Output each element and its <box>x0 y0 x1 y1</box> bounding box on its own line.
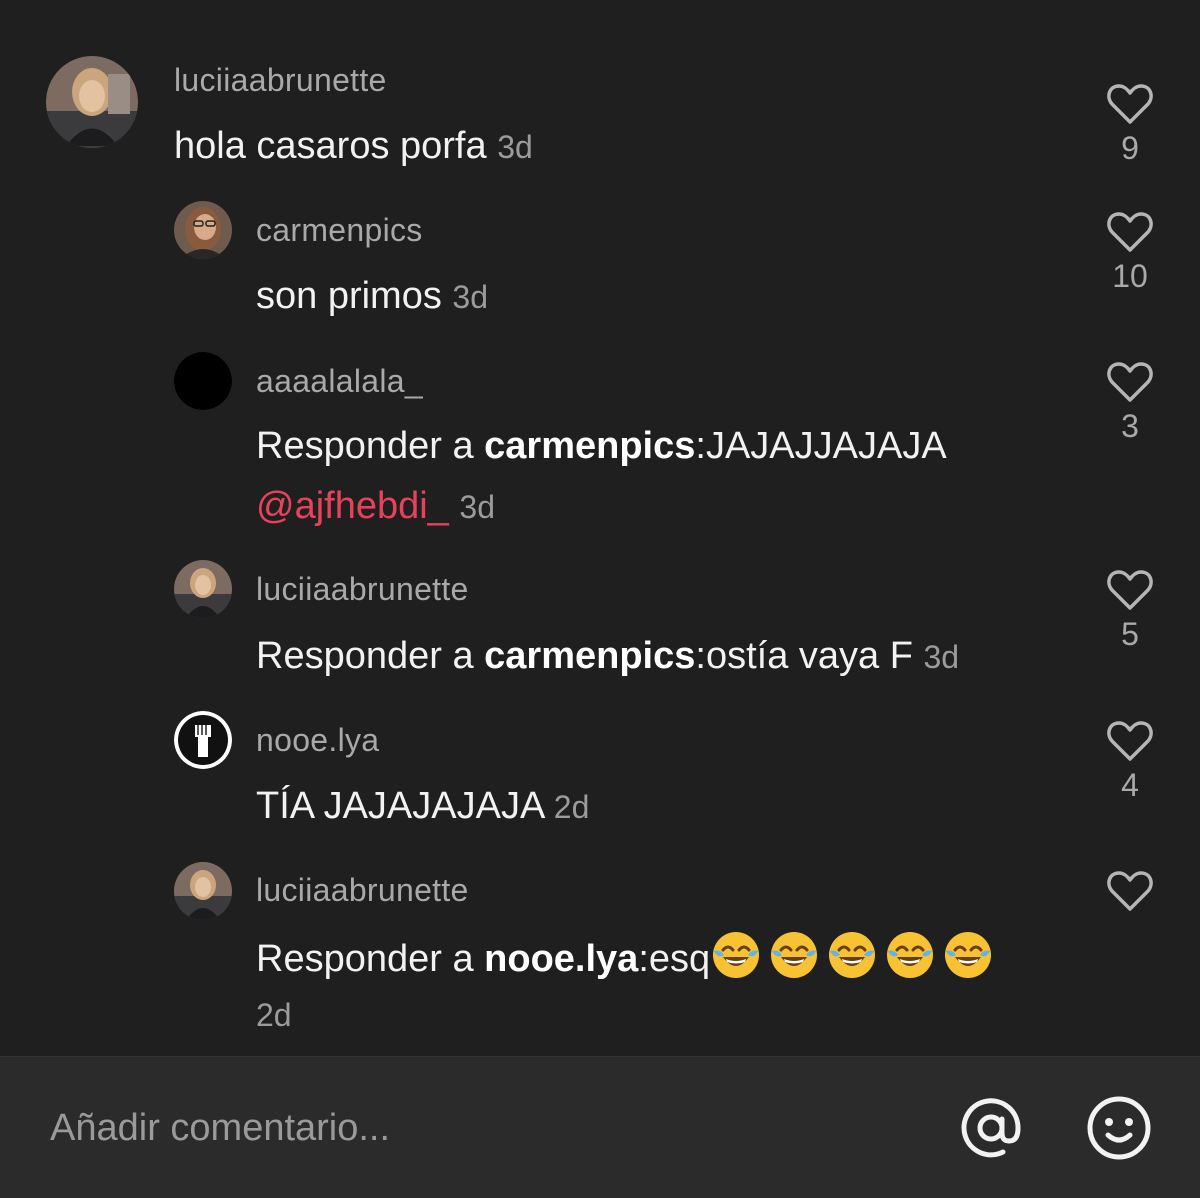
mention-button[interactable] <box>958 1095 1024 1161</box>
comment-time: 3d <box>497 129 533 165</box>
comment-body: TÍA JAJAJAJAJA <box>256 785 544 827</box>
comment-time: 3d <box>452 279 488 315</box>
comment-list: luciiaabrunette hola casaros porfa 3d 9 … <box>0 0 1200 1055</box>
avatar[interactable] <box>174 201 232 259</box>
comment-username[interactable]: carmenpics <box>256 212 423 249</box>
comment-text: hola casaros porfa 3d <box>174 116 533 177</box>
avatar[interactable] <box>46 56 138 148</box>
comment-text: TÍA JAJAJAJAJA 2d <box>256 776 589 837</box>
like-button[interactable] <box>1100 869 1160 917</box>
mention-link[interactable]: @ajfhebdi_ <box>256 485 449 527</box>
heart-icon <box>1107 721 1153 761</box>
comment-body: son primos <box>256 275 442 317</box>
tears-of-joy-emoji-icon <box>826 929 878 981</box>
like-count: 4 <box>1121 767 1139 803</box>
avatar[interactable] <box>174 352 232 410</box>
like-button[interactable]: 3 <box>1100 360 1160 445</box>
reply-to-username[interactable]: carmenpics <box>484 635 695 677</box>
comment-username[interactable]: luciiaabrunette <box>256 872 469 909</box>
comment-text: Responder a carmenpics:JAJAJJAJAJA <box>256 416 947 476</box>
like-button[interactable]: 9 <box>1100 82 1160 167</box>
heart-icon <box>1107 84 1153 124</box>
comment-time: 3d <box>459 489 495 525</box>
tears-of-joy-emoji-icon <box>710 929 762 981</box>
comment-text-line2: @ajfhebdi_ 3d <box>256 476 495 537</box>
comment-composer: Añadir comentario... <box>0 1056 1200 1198</box>
heart-icon <box>1107 570 1153 610</box>
comment-body: :esq <box>638 938 711 980</box>
avatar[interactable] <box>174 711 232 769</box>
like-button[interactable]: 10 <box>1100 210 1160 295</box>
comment-text: son primos 3d <box>256 266 488 327</box>
like-count: 10 <box>1112 258 1148 294</box>
tears-of-joy-emoji-icon <box>942 929 994 981</box>
comment-body: :JAJAJJAJAJA <box>695 425 947 467</box>
reply-to-username[interactable]: carmenpics <box>484 425 695 467</box>
avatar[interactable] <box>174 862 232 920</box>
comment-username[interactable]: luciiaabrunette <box>174 62 387 99</box>
comment-body: :ostía vaya F <box>695 635 913 677</box>
emoji-row <box>710 932 1000 980</box>
reply-prefix: Responder a <box>256 635 485 677</box>
like-button[interactable]: 4 <box>1100 719 1160 804</box>
tears-of-joy-emoji-icon <box>884 929 936 981</box>
avatar[interactable] <box>174 560 232 618</box>
reply-prefix: Responder a <box>256 425 485 467</box>
emoji-button[interactable] <box>1086 1095 1152 1161</box>
reply-to-username[interactable]: nooe.lya <box>484 938 638 980</box>
comment-time: 2d <box>256 997 292 1033</box>
like-button[interactable]: 5 <box>1100 568 1160 653</box>
like-count: 9 <box>1121 130 1139 166</box>
comment-username[interactable]: nooe.lya <box>256 722 379 759</box>
like-count: 3 <box>1121 408 1139 444</box>
comment-username[interactable]: aaaalalala_ <box>256 363 423 400</box>
comment-body: hola casaros porfa <box>174 125 487 167</box>
heart-icon <box>1107 871 1153 911</box>
reply-prefix: Responder a <box>256 938 485 980</box>
like-count: 5 <box>1121 616 1139 652</box>
smiley-icon <box>1087 1096 1151 1160</box>
at-icon <box>961 1098 1021 1158</box>
comment-username[interactable]: luciiaabrunette <box>256 571 469 608</box>
tears-of-joy-emoji-icon <box>768 929 820 981</box>
heart-icon <box>1107 212 1153 252</box>
comment-input[interactable]: Añadir comentario... <box>50 1107 390 1150</box>
comment-text: Responder a carmenpics:ostía vaya F 3d <box>256 626 959 687</box>
comment-time: 2d <box>553 789 590 825</box>
comment-text: Responder a nooe.lya:esq <box>256 929 1000 989</box>
comment-text-line2: 2d <box>256 984 292 1045</box>
comment-time: 3d <box>923 639 960 675</box>
heart-icon <box>1107 362 1153 402</box>
